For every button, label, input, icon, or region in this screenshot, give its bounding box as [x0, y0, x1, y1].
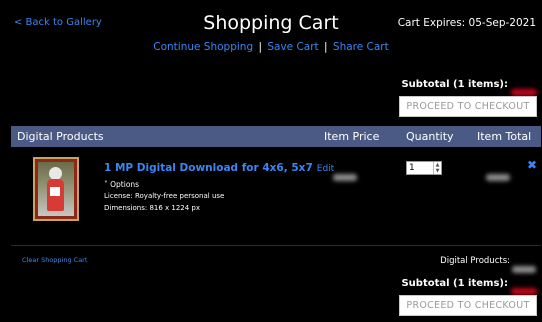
remove-item-icon[interactable]: ✖: [527, 158, 537, 172]
options-toggle[interactable]: ˅ Options: [104, 180, 139, 189]
quantity-spinner[interactable]: ▲ ▼: [433, 162, 441, 174]
save-cart-link[interactable]: Save Cart: [267, 41, 318, 53]
quantity-value[interactable]: 1: [409, 162, 415, 174]
digital-products-total-label: Digital Products:: [440, 256, 510, 266]
digital-products-total-redacted: [512, 258, 536, 277]
item-total-redacted: [486, 166, 510, 185]
proceed-to-checkout-button-top[interactable]: PROCEED TO CHECKOUT: [399, 96, 537, 117]
proceed-to-checkout-button-bottom[interactable]: PROCEED TO CHECKOUT: [399, 295, 537, 316]
subnav-separator: |: [258, 41, 263, 53]
continue-shopping-link[interactable]: Continue Shopping: [153, 41, 253, 53]
license-text: License: Royalty-free personal use: [104, 192, 225, 200]
edit-item-link[interactable]: Edit: [317, 164, 334, 174]
section-title: Digital Products: [17, 130, 104, 143]
subtotal-label-bottom: Subtotal (1 items):: [401, 278, 508, 289]
clear-shopping-cart-link[interactable]: Clear Shopping Cart: [22, 256, 87, 264]
dimensions-text: Dimensions: 816 x 1224 px: [104, 204, 201, 212]
subtotal-text: Subtotal (1 items):: [401, 278, 508, 289]
column-item-total: Item Total: [477, 130, 532, 143]
product-title: 1 MP Digital Download for 4x6, 5x7 Edit: [104, 162, 334, 174]
subtotal-label-top: Subtotal (1 items):: [401, 79, 508, 90]
cart-table-header: Digital Products Item Price Quantity Ite…: [11, 126, 541, 147]
quantity-stepper[interactable]: 1 ▲ ▼: [406, 161, 442, 175]
subtotal-text: Subtotal (1 items):: [401, 79, 508, 90]
column-item-price: Item Price: [324, 130, 380, 143]
section-divider: [11, 245, 541, 246]
cart-expires-text: Cart Expires: 05-Sep-2021: [397, 17, 536, 29]
chevron-down-icon[interactable]: ▼: [434, 168, 441, 174]
column-quantity: Quantity: [406, 130, 454, 143]
cart-subnav: Continue Shopping | Save Cart | Share Ca…: [0, 41, 542, 53]
subnav-separator: |: [324, 41, 328, 53]
item-price-redacted: [333, 166, 357, 185]
product-thumbnail: [33, 157, 79, 221]
share-cart-link[interactable]: Share Cart: [333, 41, 389, 53]
product-title-text: 1 MP Digital Download for 4x6, 5x7: [104, 162, 313, 174]
